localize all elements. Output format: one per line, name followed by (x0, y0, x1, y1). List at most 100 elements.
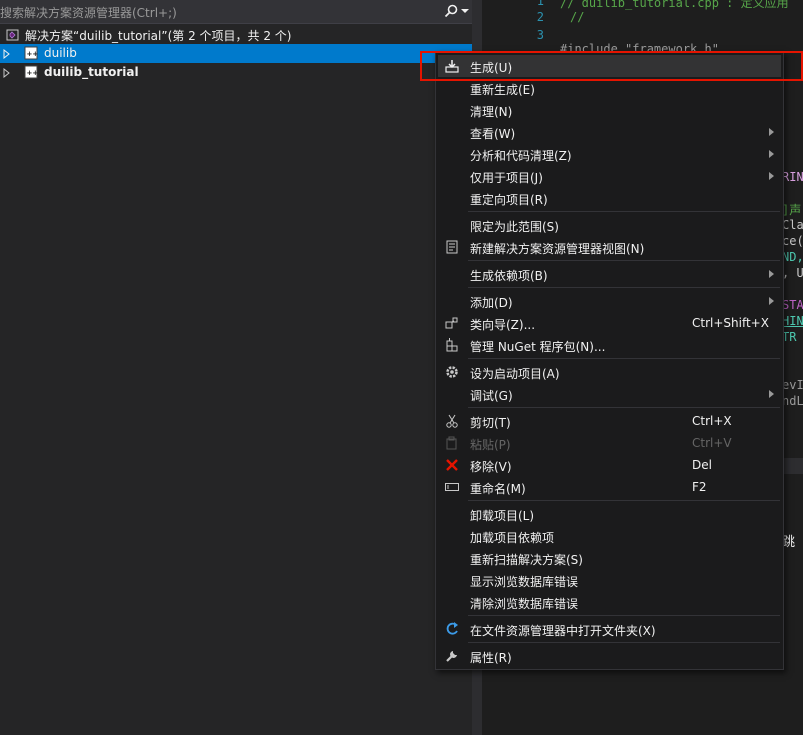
menu-item-label: 新建解决方案资源管理器视图(N) (470, 242, 645, 256)
wrench-icon (446, 651, 457, 662)
rename-icon (445, 483, 459, 491)
expand-arrow-icon[interactable] (3, 49, 11, 59)
menu-item-build[interactable]: 生成(U) (438, 55, 781, 77)
menu-item-label: 移除(V) (470, 460, 512, 474)
menu-item-label: 生成依赖项(B) (470, 269, 548, 283)
menu-item-class-wizard[interactable]: 类向导(Z)... Ctrl+Shift+X (438, 312, 781, 334)
submenu-arrow-icon (769, 390, 774, 398)
menu-item-scope-to-this[interactable]: 限定为此范围(S) (438, 214, 781, 236)
menu-item-unload-project[interactable]: 卸载项目(L) (438, 503, 781, 525)
menu-item-rename[interactable]: 重命名(M) F2 (438, 476, 781, 498)
class-wizard-icon (445, 317, 458, 329)
menu-item-clean[interactable]: 清理(N) (438, 99, 781, 121)
menu-separator (468, 642, 780, 643)
menu-item-label: 重新生成(E) (470, 83, 535, 97)
gear-icon (446, 366, 458, 378)
menu-item-project-only[interactable]: 仅用于项目(J) (438, 165, 781, 187)
menu-item-label: 查看(W) (470, 127, 516, 141)
code-fragment: ndL (782, 394, 803, 408)
menu-item-new-explorer-view[interactable]: 新建解决方案资源管理器视图(N) (438, 236, 781, 258)
menu-item-label: 在文件资源管理器中打开文件夹(X) (470, 624, 656, 638)
menu-item-load-dependencies[interactable]: 加载项目依赖项 (438, 525, 781, 547)
menu-item-rescan-solution[interactable]: 重新扫描解决方案(S) (438, 547, 781, 569)
code-line: // (570, 10, 585, 24)
solution-label: 解决方案“duilib_tutorial”(第 2 个项目，共 2 个) (25, 29, 292, 43)
menu-separator (468, 500, 780, 501)
shortcut-label: Ctrl+X (692, 414, 732, 428)
tree-item-solution[interactable]: 解决方案“duilib_tutorial”(第 2 个项目，共 2 个) (0, 25, 472, 44)
project-label: duilib (44, 46, 77, 60)
solution-explorer-search[interactable]: 搜索解决方案资源管理器(Ctrl+;) (0, 0, 472, 24)
solution-explorer-panel: 搜索解决方案资源管理器(Ctrl+;) 解决方案“duilib_tutorial… (0, 0, 472, 735)
menu-item-label: 管理 NuGet 程序包(N)... (470, 340, 606, 354)
menu-item-retarget[interactable]: 重定向项目(R) (438, 187, 781, 209)
menu-item-label: 生成(U) (470, 61, 513, 75)
cpp-project-icon: ++ (24, 46, 38, 60)
submenu-arrow-icon (769, 270, 774, 278)
line-number: 1 (536, 0, 544, 8)
code-line: // duilib_tutorial.cpp : 定义应用 (560, 0, 789, 10)
open-folder-icon (446, 622, 458, 635)
remove-icon (446, 459, 458, 471)
menu-separator (468, 211, 780, 212)
menu-item-add[interactable]: 添加(D) (438, 290, 781, 312)
menu-item-show-browse-db-errors[interactable]: 显示浏览数据库错误 (438, 569, 781, 591)
solution-icon (6, 29, 19, 41)
tree-item-project-duilib[interactable]: ++ duilib (0, 44, 472, 63)
menu-item-set-startup-project[interactable]: 设为启动项目(A) (438, 361, 781, 383)
build-icon (445, 60, 459, 73)
search-input[interactable]: 搜索解决方案资源管理器(Ctrl+;) (0, 4, 177, 21)
cpp-project-icon: ++ (24, 65, 38, 79)
menu-item-properties[interactable]: 属性(R) (438, 645, 781, 667)
menu-item-open-in-explorer[interactable]: 在文件资源管理器中打开文件夹(X) (438, 618, 781, 640)
code-fragment: RING (782, 170, 803, 184)
submenu-arrow-icon (769, 150, 774, 158)
menu-item-label: 限定为此范围(S) (470, 220, 559, 234)
line-number: 2 (536, 10, 544, 24)
menu-item-view[interactable]: 查看(W) (438, 121, 781, 143)
menu-item-label: 属性(R) (470, 651, 512, 665)
chevron-down-icon[interactable] (460, 5, 470, 17)
code-fragment: STA (782, 298, 803, 312)
menu-separator (468, 407, 780, 408)
menu-item-label: 添加(D) (470, 296, 513, 310)
search-icon[interactable] (444, 4, 458, 18)
menu-item-label: 清除浏览数据库错误 (470, 597, 579, 611)
code-fragment: HIN (782, 314, 803, 328)
menu-item-label: 卸载项目(L) (470, 509, 535, 523)
code-fragment: Cla (782, 218, 803, 232)
tree-item-project-duilib-tutorial[interactable]: ++ duilib_tutorial (0, 63, 472, 82)
code-fragment: ND, (782, 250, 803, 264)
menu-item-cut[interactable]: 剪切(T) Ctrl+X (438, 410, 781, 432)
menu-item-label: 重新扫描解决方案(S) (470, 553, 583, 567)
nuget-icon (446, 338, 458, 352)
new-view-icon (446, 240, 458, 254)
menu-item-debug[interactable]: 调试(G) (438, 383, 781, 405)
code-fragment: ]声 (782, 203, 802, 217)
menu-separator (468, 287, 780, 288)
svg-text:++: ++ (27, 50, 39, 58)
menu-item-remove[interactable]: 移除(V) Del (438, 454, 781, 476)
menu-item-label: 加载项目依赖项 (470, 531, 555, 545)
code-fragment: , U (782, 266, 803, 280)
menu-separator (468, 260, 780, 261)
project-context-menu: 生成(U) 重新生成(E) 清理(N) 查看(W) 分析和代码清理(Z) 仅用于… (435, 51, 784, 670)
menu-separator (468, 358, 780, 359)
menu-item-build-dependencies[interactable]: 生成依赖项(B) (438, 263, 781, 285)
menu-item-label: 重定向项目(R) (470, 193, 548, 207)
menu-item-label: 类向导(Z)... (470, 318, 536, 332)
menu-item-paste[interactable]: 粘贴(P) Ctrl+V (438, 432, 781, 454)
menu-item-clear-browse-db-errors[interactable]: 清除浏览数据库错误 (438, 591, 781, 613)
menu-item-analyze[interactable]: 分析和代码清理(Z) (438, 143, 781, 165)
menu-item-manage-nuget[interactable]: 管理 NuGet 程序包(N)... (438, 334, 781, 356)
shortcut-label: Del (692, 458, 712, 472)
menu-item-label: 设为启动项目(A) (470, 367, 560, 381)
scissors-icon (446, 414, 458, 428)
menu-item-label: 重命名(M) (470, 482, 526, 496)
shortcut-label: Ctrl+V (692, 436, 732, 450)
menu-item-label: 仅用于项目(J) (470, 171, 543, 185)
paste-icon (446, 436, 457, 450)
menu-item-rebuild[interactable]: 重新生成(E) (438, 77, 781, 99)
expand-arrow-icon[interactable] (3, 68, 11, 78)
submenu-arrow-icon (769, 128, 774, 136)
